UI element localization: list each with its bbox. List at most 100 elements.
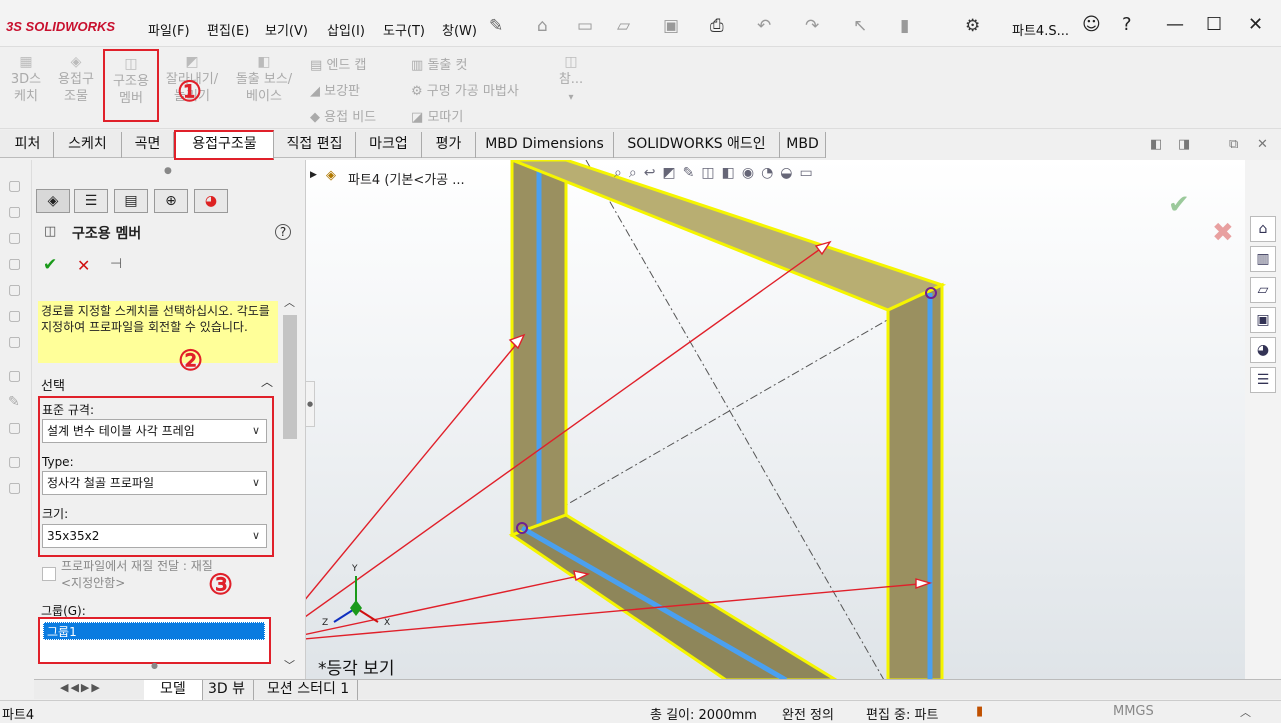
menu-edit[interactable]: 편집(E): [207, 20, 249, 39]
tab-sketch[interactable]: 스케치: [54, 132, 122, 158]
pm-help-icon[interactable]: ?: [275, 224, 291, 240]
doc-close-icon[interactable]: ✕: [1257, 137, 1268, 152]
strip-tool-10-icon[interactable]: ▢: [8, 420, 21, 436]
weld-bead-button[interactable]: ◆ 용접 비드: [310, 106, 376, 125]
strip-tool-6-icon[interactable]: ▢: [8, 308, 21, 324]
options-gear-icon[interactable]: ⚙: [965, 16, 980, 36]
tree-root-item[interactable]: 파트4 (기본<가공 ...: [348, 169, 465, 188]
doc-maximize-icon[interactable]: ⧉: [1229, 137, 1238, 152]
appearances-icon[interactable]: ◕: [1250, 337, 1276, 363]
dynamic-annotation-icon[interactable]: ✎: [683, 165, 702, 181]
undo-icon[interactable]: ↶: [757, 16, 771, 36]
display-style-icon[interactable]: ◧: [722, 165, 742, 181]
tab-addins[interactable]: SOLIDWORKS 애드인: [614, 132, 780, 158]
pm-scroll-thumb[interactable]: [283, 315, 297, 439]
status-expand-icon[interactable]: ︿: [1240, 704, 1251, 720]
frame-member-right[interactable]: [886, 282, 944, 680]
solidworks-logo[interactable]: 3S SOLIDWORKS: [6, 19, 115, 34]
zoom-area-icon[interactable]: ⌕: [629, 165, 644, 181]
size-select[interactable]: 35x35x2 ∨: [42, 524, 267, 548]
frame-member-top[interactable]: [511, 160, 947, 312]
scene-icon[interactable]: ◒: [780, 165, 799, 181]
extrude-cut-button[interactable]: ▥ 돌출 컷: [411, 54, 467, 73]
configmanager-tab[interactable]: ▤: [114, 189, 148, 213]
custom-properties-icon[interactable]: ☰: [1250, 367, 1276, 393]
group-list[interactable]: 그룹1: [38, 617, 271, 664]
menu-tools[interactable]: 도구(T): [383, 20, 425, 39]
menu-window[interactable]: 창(W): [442, 20, 477, 39]
strip-tool-4-icon[interactable]: ▢: [8, 256, 21, 272]
design-library-icon[interactable]: ▥: [1250, 246, 1276, 272]
reference-geometry-button[interactable]: ◫ 참... ▾: [556, 53, 586, 106]
menu-insert[interactable]: 삽입(I): [327, 20, 365, 39]
tab-motion-study[interactable]: 모션 스터디 1: [259, 680, 359, 700]
menu-view[interactable]: 보기(V): [265, 20, 308, 39]
minimize-button[interactable]: —: [1166, 14, 1184, 35]
solidworks-resources-icon[interactable]: ⌂: [1250, 216, 1276, 242]
tab-evaluate[interactable]: 평가: [422, 132, 476, 158]
ok-check-icon[interactable]: ✔: [43, 255, 57, 275]
frame-member-bottom[interactable]: [508, 513, 839, 680]
rebuild-icon[interactable]: ▮: [900, 16, 909, 36]
type-select[interactable]: 정사각 철골 프로파일 ∨: [42, 471, 267, 495]
strip-tool-8-icon[interactable]: ▢: [8, 368, 21, 384]
file-explorer-icon[interactable]: ▱: [1250, 277, 1276, 303]
gusset-button[interactable]: ◢ 보강판: [310, 80, 360, 99]
strip-tool-11-icon[interactable]: ▢: [8, 454, 21, 470]
tab-scroll-arrows-icon[interactable]: ◀◀▶▶: [60, 681, 102, 694]
strip-tool-12-icon[interactable]: ▢: [8, 480, 21, 496]
group-item[interactable]: 그룹1: [43, 622, 265, 640]
scroll-down-icon[interactable]: ﹀: [284, 657, 295, 673]
strip-tool-3-icon[interactable]: ▢: [8, 230, 21, 246]
restore-doc-icon[interactable]: ◧: [1150, 137, 1162, 152]
confirm-corner-ok-icon[interactable]: ✔: [1168, 190, 1190, 220]
confirm-corner-cancel-icon[interactable]: ✖: [1212, 218, 1234, 248]
section-view-icon[interactable]: ◩: [662, 165, 682, 181]
edit-appearance-icon[interactable]: ◔: [761, 165, 780, 181]
tab-model[interactable]: 모델: [144, 680, 203, 700]
tab-mbd[interactable]: MBD: [780, 132, 826, 158]
extrude-boss-button[interactable]: ◧ 돌출 보스/ 베이스: [230, 53, 298, 105]
tab-features[interactable]: 피처: [2, 132, 54, 158]
strip-tool-7-icon[interactable]: ▢: [8, 334, 21, 350]
view-orientation-icon[interactable]: ◫: [701, 165, 721, 181]
tab-direct-edit[interactable]: 직접 편집: [274, 132, 356, 158]
view-palette-icon[interactable]: ▣: [1250, 307, 1276, 333]
standard-select[interactable]: 설계 변수 테이블 사각 프레임 ∨: [42, 419, 267, 443]
keep-visible-pin-icon[interactable]: ⊣: [110, 256, 122, 272]
save-icon[interactable]: ▣: [663, 16, 679, 36]
account-icon[interactable]: ☺: [1082, 14, 1101, 35]
selection-section-title[interactable]: 선택: [41, 375, 65, 394]
view-settings-icon[interactable]: ▭: [800, 165, 820, 181]
tree-expand-icon[interactable]: ▶: [310, 170, 317, 180]
featuremanager-tab[interactable]: ◈: [36, 189, 70, 213]
home-icon[interactable]: ⌂: [537, 16, 548, 36]
redo-icon[interactable]: ↷: [805, 16, 819, 36]
pin-icon[interactable]: ✎: [489, 16, 503, 36]
sketch3d-button[interactable]: ▦ 3D스 케치: [6, 53, 46, 105]
strip-tool-9-icon[interactable]: ✎: [8, 394, 20, 410]
display-manager-tab[interactable]: ◕: [194, 189, 228, 213]
end-cap-button[interactable]: ▤ 엔드 캡: [310, 54, 366, 73]
previous-view-icon[interactable]: ↩: [644, 165, 663, 181]
strip-tool-5-icon[interactable]: ▢: [8, 282, 21, 298]
strip-tool-1-icon[interactable]: ▢: [8, 178, 21, 194]
tab-markup[interactable]: 마크업: [356, 132, 422, 158]
dimxpert-tab[interactable]: ⊕: [154, 189, 188, 213]
hide-show-icon[interactable]: ◉: [742, 165, 761, 181]
weldment-button[interactable]: ◈ 용접구 조물: [52, 53, 100, 105]
rebuild-status-icon[interactable]: ▮: [976, 704, 983, 719]
tile-doc-icon[interactable]: ◨: [1178, 137, 1190, 152]
help-icon[interactable]: ?: [1122, 14, 1132, 35]
hole-wizard-button[interactable]: ⚙ 구멍 가공 마법사: [411, 80, 519, 99]
collapse-chevron-icon[interactable]: ︿: [261, 373, 273, 390]
select-icon[interactable]: ↖: [853, 16, 867, 36]
graphics-viewport[interactable]: Y X Z ▶ ◈ 파트4 (기본<가공 ... ⌕⌕↩◩✎◫◧◉◔◒▭ ✔ ✖…: [306, 160, 1245, 680]
tab-weldments[interactable]: 용접구조물: [174, 130, 274, 160]
panel-collapse-handle[interactable]: ●: [305, 381, 315, 427]
transfer-material-checkbox[interactable]: [42, 567, 56, 581]
close-button[interactable]: ✕: [1248, 14, 1263, 35]
open-icon[interactable]: ▱: [617, 16, 630, 36]
new-doc-icon[interactable]: ▭: [577, 16, 593, 36]
panel-bottom-grip-icon[interactable]: ●: [151, 661, 158, 670]
